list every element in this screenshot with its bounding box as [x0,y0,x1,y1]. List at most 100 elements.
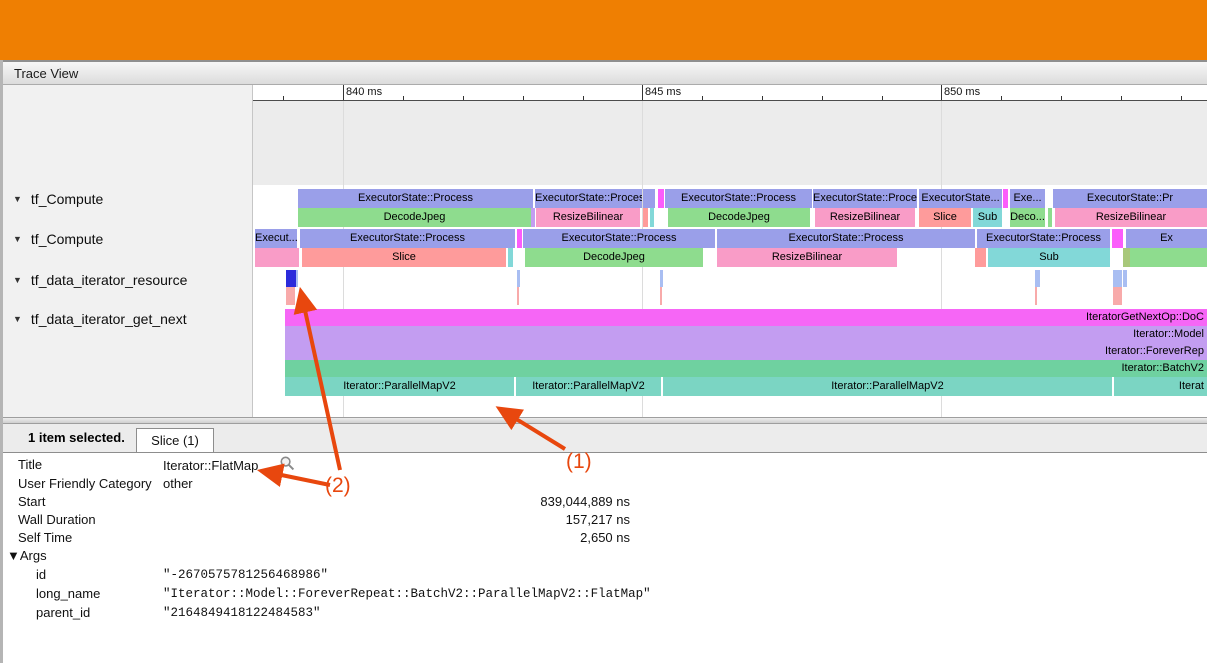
ruler-tick [1121,96,1122,100]
trace-event[interactable] [660,287,662,305]
arg-name: long_name [36,585,100,603]
trace-event[interactable] [975,248,986,267]
trace-event[interactable]: ResizeBilinear [536,208,640,227]
collapse-triangle-icon[interactable]: ▼ [13,234,22,244]
trace-event[interactable]: ResizeBilinear [717,248,897,267]
sidebar-row-label: tf_data_iterator_resource [31,272,187,288]
trace-event[interactable]: ResizeBilinear [1055,208,1207,227]
ruler-tick [283,96,284,100]
trace-event[interactable] [1123,270,1127,287]
trace-event[interactable]: Sub [988,248,1110,267]
trace-event[interactable] [660,270,663,287]
ruler-tick [882,96,883,100]
sidebar-row-label: tf_data_iterator_get_next [31,311,187,327]
trace-event[interactable] [1130,248,1207,267]
timeline-empty-area [253,101,1207,185]
sidebar-row-tf_Compute[interactable]: ▼ tf_Compute [13,230,103,248]
trace-event[interactable]: ExecutorState... [919,189,1002,208]
trace-event[interactable]: DecodeJpeg [668,208,810,227]
details-tab-bar: 1 item selected. Slice (1) [3,424,1207,453]
trace-event[interactable] [517,270,520,287]
trace-event[interactable]: Execut... [255,229,297,248]
trace-event[interactable] [1112,229,1123,248]
trace-event[interactable]: Iterator::BatchV2 [285,360,1207,377]
sidebar-row-tf_Compute[interactable]: ▼tf_Compute [13,190,103,208]
ruler-tick [1181,96,1182,100]
trace-event[interactable]: Sub [973,208,1002,227]
arg-value: "Iterator::Model::ForeverRepeat::BatchV2… [163,585,651,603]
trace-event[interactable] [650,208,654,227]
trace-event[interactable]: Iterator::ForeverRep [285,343,1207,360]
trace-event[interactable]: Slice [302,248,506,267]
trace-event[interactable]: ExecutorState::Process [977,229,1110,248]
detail-value: other [163,475,193,493]
trace-event[interactable] [517,287,519,305]
trace-event[interactable]: Iterator::ParallelMapV2 [285,377,514,396]
trace-event[interactable] [296,270,298,287]
detail-row: Title Iterator::FlatMap [3,456,1207,474]
sidebar-row-tf_data_iterator_get_next[interactable]: ▼ tf_data_iterator_get_next [13,310,187,328]
trace-event[interactable]: Iterator::Model [285,326,1207,343]
trace-view-body: ▼tf_Compute▼tf_Compute▼tf_data_iterator_… [3,85,1207,417]
ruler-tick [463,96,464,100]
collapse-triangle-icon[interactable]: ▼ [13,194,22,204]
ruler-tick [822,96,823,100]
trace-event[interactable]: ExecutorState::Process [665,189,812,208]
trace-event[interactable] [1113,270,1122,287]
trace-viewer-app: Trace View ▼tf_Compute▼tf_Compute▼tf_dat… [0,60,1207,663]
trace-event[interactable]: Slice [919,208,971,227]
trace-event[interactable]: DecodeJpeg [525,248,703,267]
arg-value: "-2670575781256468986" [163,566,328,584]
detail-row: Start839,044,889 ns [3,493,1207,511]
collapse-triangle-icon[interactable]: ▼ [13,314,22,324]
trace-event[interactable] [286,270,296,287]
trace-event[interactable] [643,189,655,208]
trace-event[interactable]: DecodeJpeg [298,208,531,227]
trace-event[interactable]: ExecutorState::Process [523,229,715,248]
detail-label: Title [18,456,42,474]
ruler-tick-label: 850 ms [944,86,980,98]
args-toggle[interactable]: ▼Args [7,547,47,565]
detail-value: Iterator::FlatMap [163,456,295,476]
trace-event[interactable] [658,189,664,208]
trace-event[interactable]: Exe... [1010,189,1045,208]
trace-event[interactable] [508,248,513,267]
detail-numeric-value: 839,044,889 ns [540,493,630,511]
trace-event[interactable]: ExecutorState::Process [813,189,917,208]
tab-slice[interactable]: Slice (1) [136,428,214,452]
trace-event[interactable] [286,287,295,305]
trace-event[interactable] [517,229,522,248]
trace-event[interactable] [531,208,535,227]
trace-event[interactable] [643,208,648,227]
trace-event[interactable] [1035,270,1040,287]
trace-event[interactable]: Iterat [1114,377,1207,396]
magnifier-icon[interactable] [280,456,295,476]
trace-event[interactable]: Iterator::ParallelMapV2 [663,377,1112,396]
ruler-tick-label: 845 ms [645,86,681,98]
trace-event[interactable]: ResizeBilinear [815,208,915,227]
trace-event[interactable]: ExecutorState::Process [298,189,533,208]
timeline-canvas[interactable]: 840 ms845 ms850 ms ExecutorState::Proces… [253,85,1207,417]
trace-event[interactable]: ExecutorState::Process [300,229,515,248]
trace-event[interactable]: Deco... [1010,208,1045,227]
trace-event[interactable] [255,248,299,267]
trace-event[interactable]: ExecutorState::Process [717,229,975,248]
trace-event[interactable] [1123,248,1130,267]
trace-event[interactable] [1113,287,1122,305]
trace-event[interactable]: ExecutorState::Pr [1053,189,1207,208]
collapse-triangle-icon[interactable]: ▼ [13,275,22,285]
trace-event[interactable]: IteratorGetNextOp::DoC [285,309,1207,326]
trace-event[interactable]: ExecutorState::Process [535,189,642,208]
timeline-sidebar: ▼tf_Compute▼tf_Compute▼tf_data_iterator_… [3,85,253,417]
ruler-major-tick [343,85,344,100]
sidebar-row-tf_data_iterator_resource[interactable]: ▼ tf_data_iterator_resource [13,271,187,289]
trace-event[interactable] [1035,287,1037,305]
ruler-tick [762,96,763,100]
trace-event[interactable] [1048,208,1052,227]
arg-name: id [36,566,46,584]
panel-splitter[interactable] [3,417,1207,424]
trace-event[interactable]: Iterator::ParallelMapV2 [516,377,661,396]
trace-event[interactable] [1003,189,1008,208]
sidebar-row-label: tf_Compute [31,231,103,247]
trace-event[interactable]: Ex [1126,229,1207,248]
